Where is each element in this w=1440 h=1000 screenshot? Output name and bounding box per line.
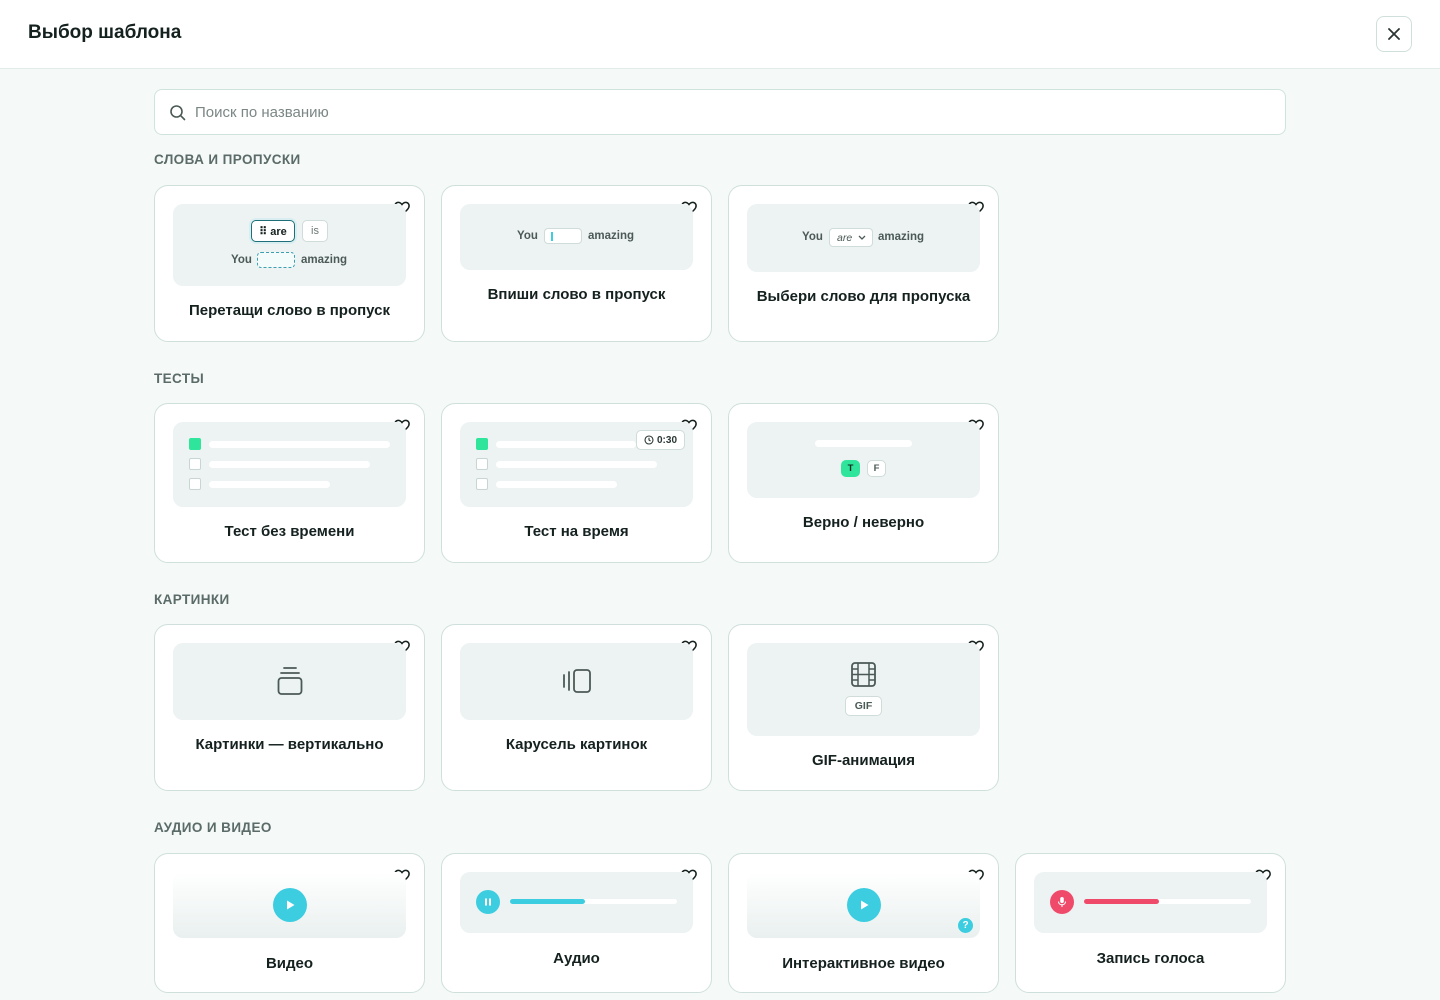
template-card-interactive-video[interactable]: ? Интерактивное видео [728, 853, 999, 993]
select-slot: are [829, 228, 873, 247]
select-value: are [837, 232, 853, 244]
preview-voice-recording [1034, 872, 1267, 933]
card-label: Тест без времени [224, 523, 355, 540]
word-you: You [231, 254, 252, 266]
search-icon [170, 105, 186, 121]
checkbox [476, 458, 488, 470]
template-card-type-word[interactable]: You amazing Впиши слово в пропуск [441, 185, 712, 342]
chevron-down-icon [858, 235, 866, 240]
preview-image-carousel [460, 643, 693, 720]
question-badge: ? [958, 918, 973, 933]
card-label: Впиши слово в пропуск [487, 286, 666, 303]
voice-progress-track [1084, 899, 1251, 904]
gif-badge: GIF [845, 696, 882, 716]
preview-test-no-timer [173, 422, 406, 507]
checkbox [189, 438, 201, 450]
card-label: Карусель картинок [505, 736, 648, 753]
pause-button [476, 890, 500, 914]
clock-icon [644, 435, 654, 445]
section-title-words: СЛОВА И ПРОПУСКИ [154, 152, 301, 167]
template-card-test-timed[interactable]: 0:30 Тест на время [441, 403, 712, 563]
section-title-images: КАРТИНКИ [154, 592, 230, 607]
card-label: Тест на время [524, 523, 629, 540]
section-title-tests: ТЕСТЫ [154, 371, 205, 386]
section-title-audio-video: АУДИО И ВИДЕО [154, 820, 272, 835]
play-icon [861, 900, 869, 910]
pause-icon [485, 898, 491, 906]
modal-title: Выбор шаблона [28, 22, 182, 43]
text-slot [544, 228, 582, 244]
word-you: You [517, 230, 538, 242]
record-button [1050, 890, 1074, 914]
card-label: Картинки — вертикально [195, 736, 384, 753]
preview-interactive-video: ? [747, 872, 980, 938]
word-amazing: amazing [301, 254, 348, 266]
preview-drag-word: ⠿ are is You amazing [173, 204, 406, 286]
card-label: Выбери слово для пропуска [756, 288, 971, 305]
true-chip: T [841, 460, 860, 477]
word-amazing: amazing [878, 231, 925, 243]
audio-progress-fill [510, 899, 586, 904]
template-card-true-false[interactable]: T F Верно / неверно [728, 403, 999, 563]
play-button [847, 888, 881, 922]
preview-gif: GIF [747, 643, 980, 736]
card-label: Видео [265, 955, 314, 972]
card-label: Интерактивное видео [782, 955, 945, 972]
checkbox [476, 478, 488, 490]
preview-test-timed: 0:30 [460, 422, 693, 507]
card-label: Запись голоса [1096, 950, 1205, 967]
drop-slot [257, 252, 295, 268]
preview-video [173, 872, 406, 938]
preview-select-word: You are amazing [747, 204, 980, 272]
preview-images-vertical [173, 643, 406, 720]
preview-audio [460, 872, 693, 933]
mic-icon [1057, 897, 1067, 907]
timer-value: 0:30 [656, 434, 677, 446]
modal-header: Выбор шаблона [0, 0, 1440, 69]
timer-badge: 0:30 [636, 430, 685, 450]
preview-true-false: T F [747, 422, 980, 498]
card-label: GIF-анимация [811, 752, 916, 769]
voice-progress-fill [1084, 899, 1160, 904]
play-icon [287, 900, 295, 910]
chip-is: is [302, 220, 328, 242]
template-card-video[interactable]: Видео [154, 853, 425, 993]
checkbox [476, 438, 488, 450]
preview-type-word: You amazing [460, 204, 693, 270]
card-label: Аудио [553, 950, 600, 967]
play-button [273, 888, 307, 922]
card-label: Перетащи слово в пропуск [188, 302, 390, 319]
close-button[interactable] [1376, 16, 1412, 52]
search-input[interactable] [195, 90, 1275, 134]
film-icon [851, 662, 876, 687]
template-card-voice-recording[interactable]: Запись голоса [1015, 853, 1286, 993]
template-card-image-carousel[interactable]: Карусель картинок [441, 624, 712, 791]
audio-progress-track [510, 899, 677, 904]
chip-are: ⠿ are [251, 220, 295, 242]
false-chip: F [867, 460, 886, 477]
carousel-icon [563, 669, 591, 693]
word-you: You [802, 231, 823, 243]
close-icon [1388, 28, 1400, 40]
word-amazing: amazing [588, 230, 635, 242]
checkbox [189, 478, 201, 490]
stack-icon [277, 667, 303, 695]
template-card-test-no-timer[interactable]: Тест без времени [154, 403, 425, 563]
template-card-select-word[interactable]: You are amazing Выбери слово для пропуск… [728, 185, 999, 342]
card-label: Верно / неверно [802, 514, 925, 531]
checkbox [189, 458, 201, 470]
template-card-images-vertical[interactable]: Картинки — вертикально [154, 624, 425, 791]
template-card-gif[interactable]: GIF GIF-анимация [728, 624, 999, 791]
template-card-audio[interactable]: Аудио [441, 853, 712, 993]
template-card-drag-word[interactable]: ⠿ are is You amazing Перетащи слово в пр… [154, 185, 425, 342]
search-bar[interactable] [154, 89, 1286, 135]
